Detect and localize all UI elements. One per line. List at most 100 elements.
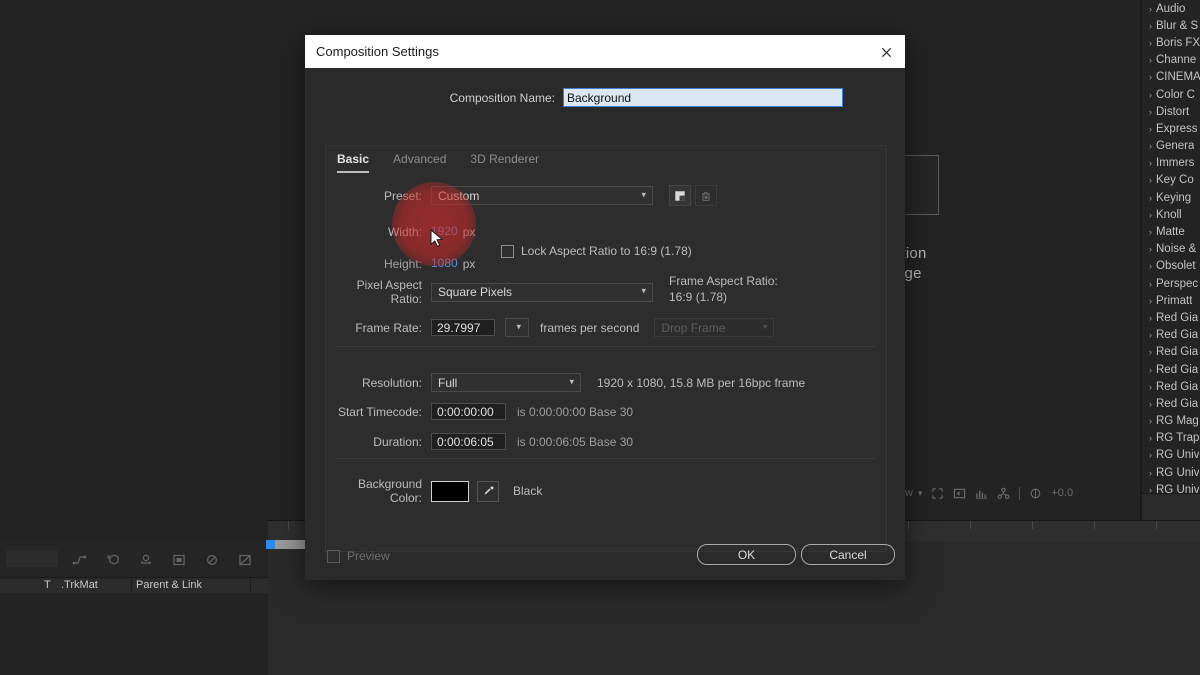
chevron-right-icon[interactable]: › [1145,175,1156,185]
save-preset-icon[interactable] [669,185,691,206]
chevron-right-icon[interactable]: › [1145,399,1156,409]
chevron-right-icon[interactable]: › [1145,365,1156,375]
effects-category-row[interactable]: › Color C [1142,86,1200,103]
tab-basic[interactable]: Basic [337,152,370,173]
start-timecode-input[interactable]: 0:00:00:00 [431,403,506,420]
height-value[interactable]: 1080 [431,256,458,271]
effects-category-row[interactable]: › Key Co [1142,172,1200,189]
layer-search-input[interactable] [6,550,58,567]
effects-category-row[interactable]: › Audio [1142,0,1200,17]
chevron-right-icon[interactable]: › [1145,416,1156,426]
chevron-right-icon[interactable]: › [1145,124,1156,134]
frame-blending-icon[interactable] [171,552,187,568]
column-header-trkmat[interactable]: .TrkMat [61,579,98,591]
chevron-right-icon[interactable]: › [1145,261,1156,271]
effects-category-row[interactable]: › Immers [1142,155,1200,172]
effects-category-row[interactable]: › Matte [1142,223,1200,240]
transparency-grid-icon[interactable] [953,487,966,500]
effects-category-row[interactable]: › Distort [1142,103,1200,120]
eyedropper-icon[interactable] [477,480,499,502]
cancel-button[interactable]: Cancel [801,544,895,565]
histogram-icon[interactable] [975,487,988,500]
shy-layers-icon[interactable] [138,552,154,568]
timeline-zoom-slider-knob[interactable] [266,540,275,549]
chevron-right-icon[interactable]: › [1145,72,1156,82]
preview-checkbox[interactable] [327,549,340,563]
resolution-select[interactable]: Full ▾ [431,373,581,392]
chevron-right-icon[interactable]: › [1145,279,1156,289]
effects-category-row[interactable]: › Boris FX [1142,34,1200,51]
frame-rate-input[interactable]: 29.7997 [431,319,495,336]
chevron-right-icon[interactable]: › [1145,296,1156,306]
timeline-tick [908,521,909,529]
column-header-parent-link[interactable]: Parent & Link [136,579,202,591]
tab-advanced[interactable]: Advanced [393,152,446,173]
chevron-right-icon[interactable]: › [1145,90,1156,100]
chevron-right-icon[interactable]: › [1145,193,1156,203]
effects-category-row[interactable]: › Obsolet [1142,258,1200,275]
effects-category-row[interactable]: › Knoll [1142,206,1200,223]
effects-category-row[interactable]: › Primatt [1142,292,1200,309]
preset-select[interactable]: Custom ▾ [431,186,653,205]
chevron-right-icon[interactable]: › [1145,158,1156,168]
chevron-right-icon[interactable]: › [1145,38,1156,48]
frame-rate-preset-select[interactable]: ▾ [505,318,529,337]
composition-name-label: Composition Name: [449,90,555,105]
chevron-right-icon[interactable]: › [1145,330,1156,340]
effects-category-row[interactable]: › CINEMA [1142,69,1200,86]
resolution-label: Resolution: [361,375,422,390]
timeline-tick [970,521,971,529]
region-of-interest-icon[interactable] [931,487,944,500]
duration-label: Duration: [373,434,422,449]
effects-category-row[interactable]: › Noise & [1142,241,1200,258]
effects-category-row[interactable]: › Channe [1142,52,1200,69]
chevron-right-icon[interactable]: › [1145,141,1156,151]
exposure-value[interactable]: +0.0 [1051,487,1073,499]
chevron-right-icon[interactable]: › [1145,347,1156,357]
effects-category-row[interactable]: › Express [1142,120,1200,137]
tab-3d-renderer[interactable]: 3D Renderer [470,152,539,173]
ok-button[interactable]: OK [697,544,796,565]
chevron-right-icon[interactable]: › [1145,313,1156,323]
composition-name-input[interactable] [563,88,843,107]
chevron-right-icon[interactable]: › [1145,382,1156,392]
chevron-right-icon[interactable]: › [1145,107,1156,117]
snapshot-icon[interactable] [997,487,1010,500]
chevron-right-icon[interactable]: › [1145,21,1156,31]
pixel-aspect-ratio-select[interactable]: Square Pixels ▾ [431,282,653,302]
motion-blur-icon[interactable] [204,552,220,568]
chevron-right-icon[interactable]: › [1145,244,1156,254]
effects-category-row[interactable]: › Red Gia [1142,395,1200,412]
chevron-right-icon[interactable]: › [1145,210,1156,220]
effects-category-row[interactable]: › Red Gia [1142,327,1200,344]
effects-category-label: Red Gia [1156,311,1199,324]
chevron-right-icon[interactable]: › [1145,227,1156,237]
effects-category-row[interactable]: › RG Univ [1142,464,1200,481]
effects-category-row[interactable]: › Genera [1142,138,1200,155]
duration-input[interactable]: 0:00:06:05 [431,433,506,450]
close-icon[interactable] [875,41,897,63]
effects-category-row[interactable]: › Perspec [1142,275,1200,292]
effects-category-row[interactable]: › Blur & S [1142,17,1200,34]
3d-layer-icon[interactable] [105,552,121,568]
effects-category-row[interactable]: › Red Gia [1142,361,1200,378]
effects-category-row[interactable]: › RG Trap [1142,430,1200,447]
dialog-titlebar[interactable]: Composition Settings [305,35,905,68]
effects-category-row[interactable]: › Red Gia [1142,309,1200,326]
column-header-t[interactable]: T [44,579,51,591]
effects-category-row[interactable]: › Red Gia [1142,344,1200,361]
effects-category-row[interactable]: › Red Gia [1142,378,1200,395]
chevron-right-icon[interactable]: › [1145,4,1156,14]
background-color-swatch[interactable] [431,480,469,502]
width-value[interactable]: 1920 [431,224,458,239]
refresh-icon[interactable] [1029,487,1042,500]
chevron-right-icon[interactable]: › [1145,468,1156,478]
effects-category-row[interactable]: › RG Mag [1142,413,1200,430]
effects-category-row[interactable]: › RG Univ [1142,447,1200,464]
brainstorm-icon[interactable] [237,552,253,568]
effects-category-row[interactable]: › Keying [1142,189,1200,206]
chevron-right-icon[interactable]: › [1145,433,1156,443]
chevron-right-icon[interactable]: › [1145,55,1156,65]
graph-editor-icon[interactable] [72,552,88,568]
chevron-right-icon[interactable]: › [1145,450,1156,460]
